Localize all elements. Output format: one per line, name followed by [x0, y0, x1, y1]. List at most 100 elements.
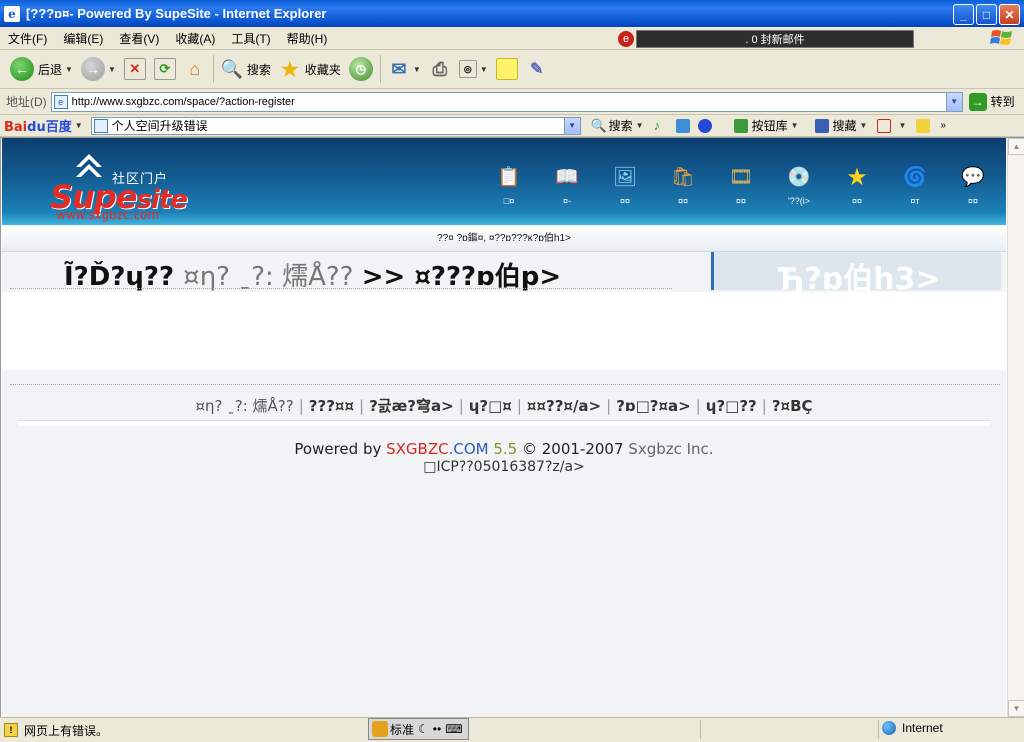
nav-item-2[interactable]: 📖 ¤-: [538, 162, 596, 206]
separator: |: [695, 397, 701, 415]
nav-item-3[interactable]: 🖼 ¤¤: [596, 162, 654, 206]
menu-tools[interactable]: 工具(T): [223, 30, 278, 47]
scroll-down-icon[interactable]: ▼: [1008, 700, 1024, 717]
address-input[interactable]: e http://www.sxgbzc.com/space/?action-re…: [50, 91, 963, 112]
button-library[interactable]: 按钮库 ▼: [733, 117, 799, 134]
nav-label: '??(i>: [788, 196, 810, 206]
research-icon: ✎: [530, 61, 544, 78]
status-divider: [878, 720, 879, 739]
research-button[interactable]: ✎: [522, 54, 552, 84]
footer-link-8[interactable]: ?¤BÇ: [772, 397, 813, 415]
window-title: [???ɒ¤- Powered By SupeSite - Internet E…: [26, 6, 327, 21]
minimize-button[interactable]: _: [953, 4, 974, 25]
baidu-search-input[interactable]: 个人空间升级错误 ▼: [90, 116, 581, 135]
site-logo[interactable]: 社区门户 Supesite www.sxgbzc.com: [50, 152, 190, 222]
maximize-button[interactable]: □: [976, 4, 997, 25]
chevron-down-icon[interactable]: ▼: [108, 65, 116, 74]
baidu-logo[interactable]: Baidu百度: [4, 116, 72, 135]
close-button[interactable]: ✕: [999, 4, 1020, 25]
mail-notifier[interactable]: e . 0 封新邮件: [618, 30, 914, 48]
ime-toolbar[interactable]: 标准 ☾ •• ⌨: [368, 718, 469, 740]
ime-mode[interactable]: 标准: [390, 721, 414, 738]
menu-favorites[interactable]: 收藏(A): [167, 30, 223, 47]
security-zone[interactable]: Internet: [882, 721, 943, 735]
footer-link-2[interactable]: ???¤¤: [309, 397, 354, 415]
footer-link-home[interactable]: ¤η? ˍ?: 燸Å??: [195, 397, 293, 415]
baidu-collect-button[interactable]: 搜藏 ▼: [814, 117, 868, 134]
separator: |: [359, 397, 365, 415]
menu-view[interactable]: 查看(V): [111, 30, 167, 47]
breadcrumb-row: Ĩ?Ď?ɥ?? ¤η? ˍ?: 燸Å?? >> ¤???ɒ伯p> Ђ?ɒ伯h3>: [2, 252, 1006, 297]
footer-link-6[interactable]: ?ɒ□?¤a>: [616, 397, 691, 415]
chevron-down-icon[interactable]: ▼: [898, 121, 906, 130]
chevron-down-icon[interactable]: ▼: [65, 65, 73, 74]
home-button[interactable]: ⌂: [180, 54, 210, 84]
menu-file[interactable]: 文件(F): [0, 30, 55, 47]
icp-license[interactable]: □ICP??05016387?z/a>: [2, 459, 1006, 475]
refresh-button[interactable]: ⟳: [150, 54, 180, 84]
nav-item-7[interactable]: ★ ¤¤: [828, 162, 886, 207]
chevron-down-icon[interactable]: ▼: [860, 121, 868, 130]
baidu-paw-button[interactable]: [697, 118, 716, 133]
baidu-mp3-button[interactable]: ♪: [653, 117, 672, 133]
chevron-down-icon[interactable]: ▼: [791, 121, 799, 130]
keyboard-icon[interactable]: ⌨: [445, 722, 462, 736]
separator: |: [516, 397, 522, 415]
favorites-button[interactable]: ★ 收藏夹: [275, 54, 345, 84]
nav-label: ¤т: [910, 196, 920, 206]
content-area: [2, 292, 1006, 370]
status-bar: ! 网页上有错误。 标准 ☾ •• ⌨ Internet: [0, 717, 1024, 742]
powered-brand-suffix[interactable]: .COM: [449, 440, 489, 458]
nav-item-4[interactable]: 🛍 ¤¤: [654, 162, 712, 206]
vertical-scrollbar[interactable]: ▲ ▼: [1007, 138, 1024, 717]
stop-button[interactable]: ✕: [120, 54, 150, 84]
chevron-down-icon[interactable]: ▼: [636, 121, 644, 130]
shield-icon: [733, 118, 748, 133]
toolbar-overflow-icon[interactable]: »: [940, 120, 946, 131]
forward-button[interactable]: → ▼: [77, 54, 120, 84]
back-button[interactable]: ← 后退 ▼: [6, 54, 77, 84]
moon-icon[interactable]: ☾: [418, 722, 429, 736]
chevron-down-icon[interactable]: ▼: [480, 65, 488, 74]
bookmark-icon: [814, 118, 829, 133]
nav-item-1[interactable]: 📋 □¤: [480, 162, 538, 206]
toolbar-separator: [212, 55, 214, 83]
footer-link-3[interactable]: ?긄æ?穹a>: [369, 397, 454, 415]
nav-item-6[interactable]: 💿 '??(i>: [770, 162, 828, 206]
go-button[interactable]: → 转到: [968, 92, 1015, 111]
chevron-down-icon[interactable]: ▼: [563, 117, 580, 134]
punctuation-icon[interactable]: ••: [433, 722, 441, 736]
footer-link-5[interactable]: ¤¤??¤/a>: [527, 397, 601, 415]
chevron-down-icon[interactable]: ▼: [75, 121, 83, 130]
separator: |: [761, 397, 767, 415]
baidu-search-label: 搜索: [608, 119, 633, 133]
baidu-image-button[interactable]: [675, 118, 694, 133]
footer-link-4[interactable]: ɥ?□¤: [469, 397, 512, 415]
popup-block-button[interactable]: ▼: [877, 118, 906, 133]
chevron-down-icon[interactable]: ▼: [945, 92, 962, 111]
powered-company-link[interactable]: Sxgbzc Inc.: [628, 440, 713, 458]
edit-button[interactable]: ◎ ▼: [455, 54, 492, 84]
powered-brand-link[interactable]: SXGBZC: [386, 440, 448, 458]
address-bar: 地址(D) e http://www.sxgbzc.com/space/?act…: [0, 89, 1024, 115]
nav-item-8[interactable]: 🌀 ¤т: [886, 162, 944, 206]
history-button[interactable]: ◷: [345, 54, 377, 84]
print-button[interactable]: ⎙: [425, 54, 455, 84]
mail-button[interactable]: ✉ ▼: [384, 54, 425, 84]
chevron-down-icon[interactable]: ▼: [413, 65, 421, 74]
bookmark-icon: 📋: [497, 167, 521, 188]
highlight-button[interactable]: [916, 118, 934, 133]
warning-icon[interactable]: !: [4, 723, 18, 737]
stop-icon: ✕: [123, 58, 146, 80]
scroll-up-icon[interactable]: ▲: [1008, 138, 1024, 155]
footer-link-7[interactable]: ɥ?□??: [706, 397, 757, 415]
notes-button[interactable]: [492, 54, 522, 84]
nav-item-9[interactable]: 💬 ¤¤: [944, 162, 1002, 206]
swirl-icon: 🌀: [903, 167, 927, 188]
menu-edit[interactable]: 编辑(E): [55, 30, 111, 47]
menu-help[interactable]: 帮助(H): [279, 30, 336, 47]
music-note-icon: ♪: [653, 117, 661, 133]
baidu-search-button[interactable]: 🔍 搜索 ▼: [591, 117, 644, 134]
nav-item-5[interactable]: 🎞 ¤¤: [712, 162, 770, 206]
search-button[interactable]: 🔍 搜索: [217, 54, 275, 84]
